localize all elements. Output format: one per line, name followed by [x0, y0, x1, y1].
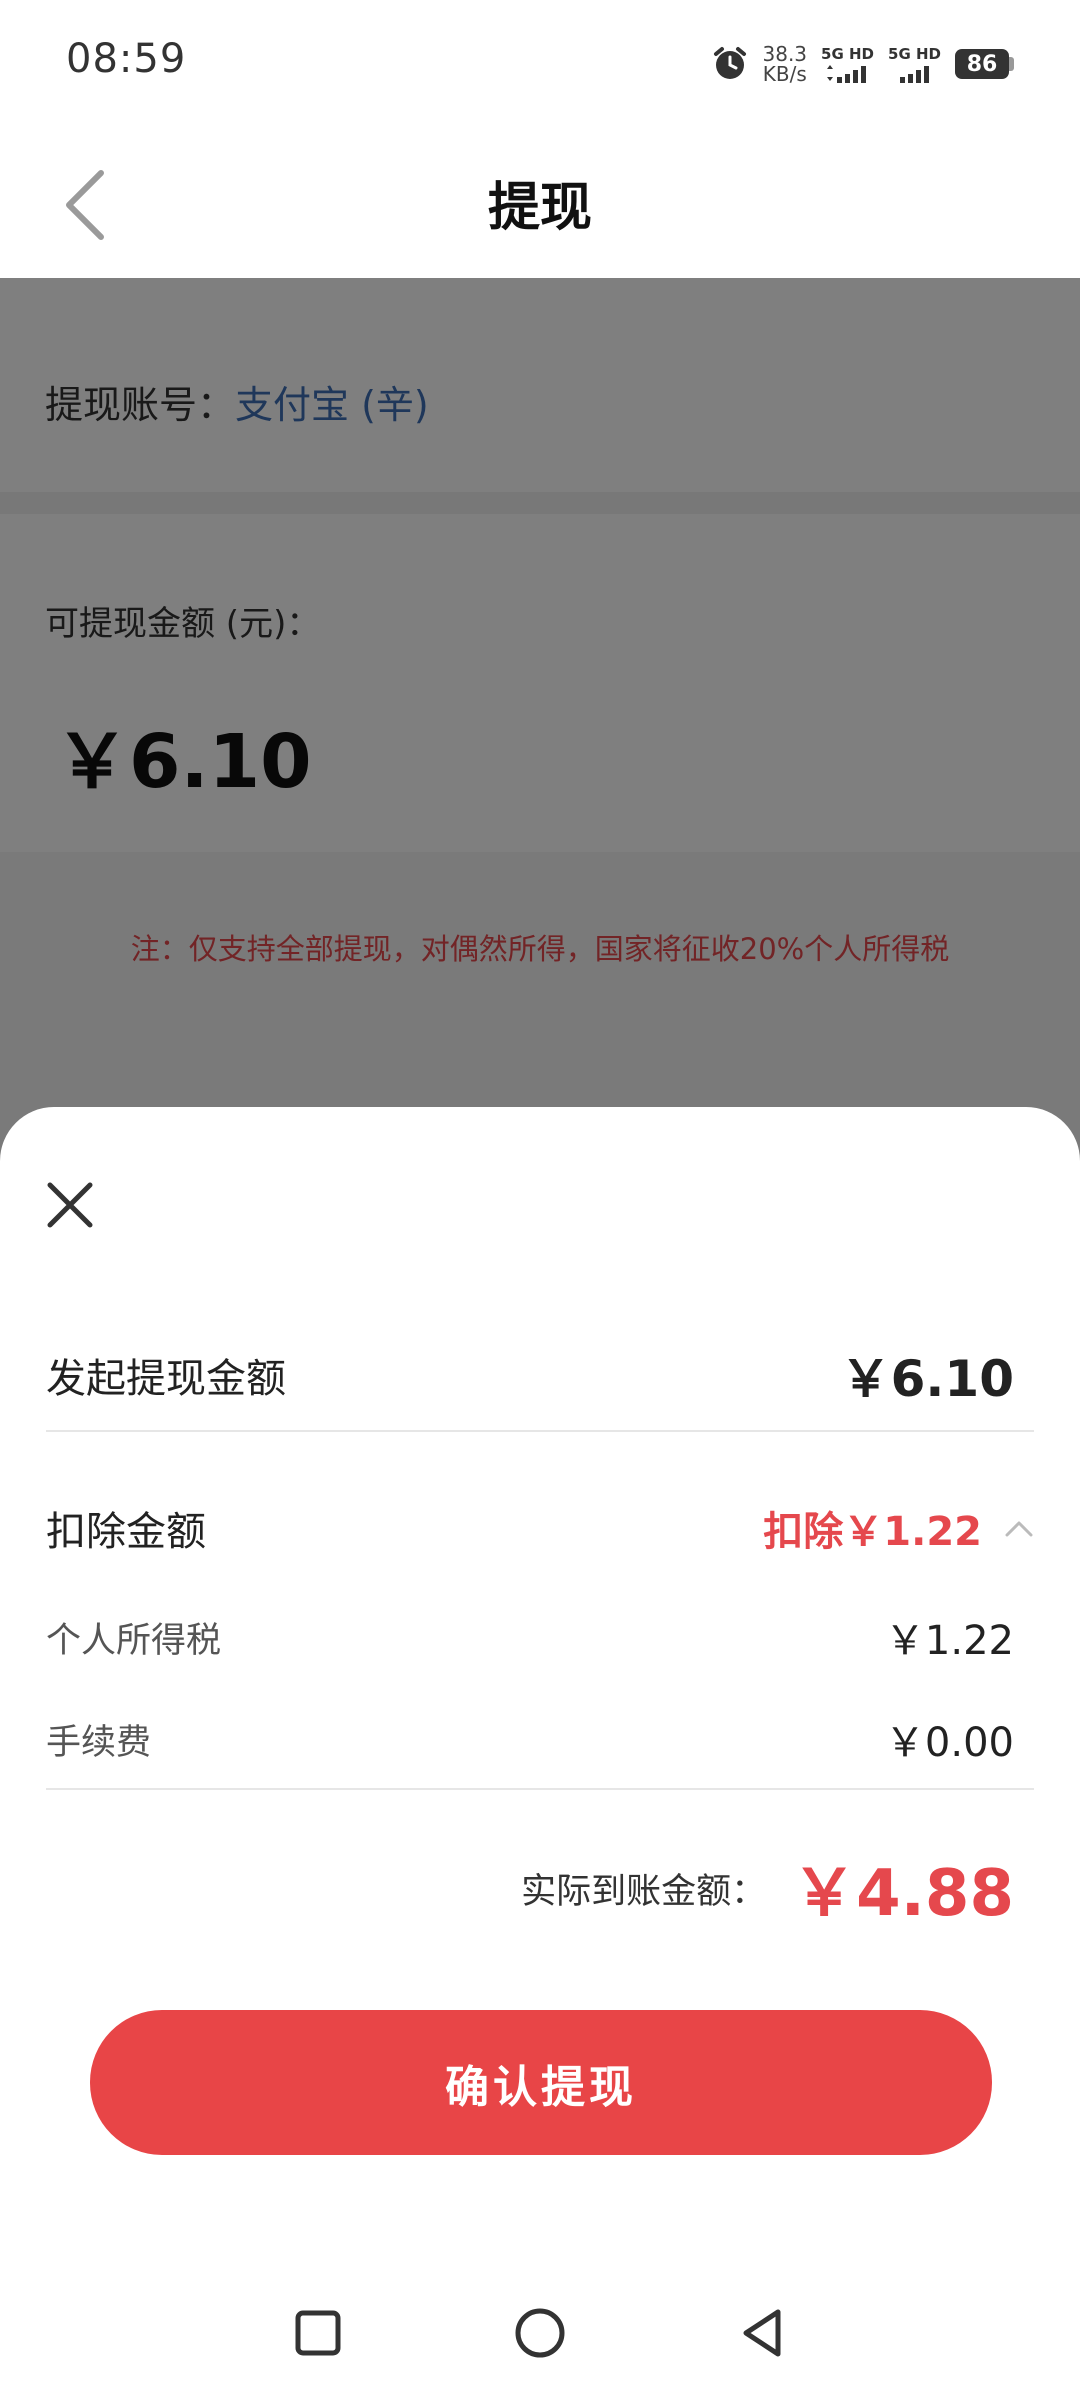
actual-amount-value: ￥4.88: [792, 1857, 1014, 1931]
status-icons: 38.3 KB/s 5G HD 5G HD 86: [711, 40, 1014, 88]
net-speed: 38.3 KB/s: [763, 44, 808, 84]
circle-icon: [515, 2308, 565, 2357]
actual-amount-label: 实际到账金额：: [521, 1871, 767, 1912]
net-speed-value: 38.3: [762, 42, 808, 66]
initiate-amount-label: 发起提现金额: [46, 1356, 286, 1402]
sim2-signal: 5G HD: [888, 44, 941, 83]
withdraw-screen: 08:59 38.3 KB/s 5G HD 5G HD 86 提现 发起提现金额…: [0, 0, 1080, 2400]
initiate-amount-value: ￥6.10: [840, 1350, 1014, 1408]
status-time: 08:59: [66, 36, 187, 82]
deduct-amount-row[interactable]: 扣除金额 扣除￥1.22: [46, 1493, 1034, 1563]
signal-icon: [826, 64, 866, 83]
deduct-amount-value: 扣除￥1.22: [763, 1509, 982, 1555]
status-bar: 08:59 38.3 KB/s 5G HD 5G HD 86: [0, 0, 1080, 125]
divider: [46, 1788, 1034, 1790]
triangle-back-icon: [743, 2309, 781, 2356]
recents-button[interactable]: [292, 2307, 344, 2359]
close-icon: [47, 1182, 93, 1228]
close-button[interactable]: [40, 1175, 100, 1235]
battery-icon: 86: [955, 49, 1014, 79]
page-title: 提现: [487, 178, 592, 238]
actual-amount-row: 实际到账金额： ￥4.88: [521, 1842, 1014, 1934]
sim1-label: 5G HD: [821, 44, 875, 63]
confirm-withdraw-button[interactable]: 确认提现: [90, 2010, 992, 2155]
divider: [46, 1430, 1034, 1432]
income-tax-row: 个人所得税 ￥1.22: [46, 1607, 1014, 1667]
back-nav-button[interactable]: [736, 2307, 788, 2359]
header: 提现: [0, 125, 1080, 278]
initiate-amount-row: 发起提现金额 ￥6.10: [46, 1335, 1014, 1415]
service-fee-row: 手续费 ￥0.00: [46, 1709, 1014, 1769]
system-nav-bar: [0, 2265, 1080, 2400]
net-speed-unit: KB/s: [762, 62, 807, 86]
service-fee-label: 手续费: [46, 1722, 152, 1763]
service-fee-value: ￥0.00: [884, 1720, 1014, 1766]
sim1-signal: 5G HD: [821, 44, 875, 83]
income-tax-value: ￥1.22: [884, 1618, 1014, 1664]
square-icon: [295, 2310, 341, 2355]
deduct-toggle[interactable]: 扣除￥1.22: [763, 1499, 1034, 1557]
battery-level: 86: [955, 49, 1009, 79]
signal-icon: [899, 65, 929, 83]
battery-tip: [1009, 57, 1014, 71]
alarm-icon: [713, 47, 746, 79]
deduct-amount-label: 扣除金额: [46, 1509, 206, 1555]
withdraw-confirm-sheet: 发起提现金额 ￥6.10 扣除金额 扣除￥1.22 个人所得税 ￥1.22 手续…: [0, 1107, 1080, 2400]
income-tax-label: 个人所得税: [46, 1620, 222, 1661]
home-button[interactable]: [514, 2307, 566, 2359]
chevron-up-icon: [1005, 1521, 1033, 1537]
sim2-label: 5G HD: [888, 44, 941, 63]
